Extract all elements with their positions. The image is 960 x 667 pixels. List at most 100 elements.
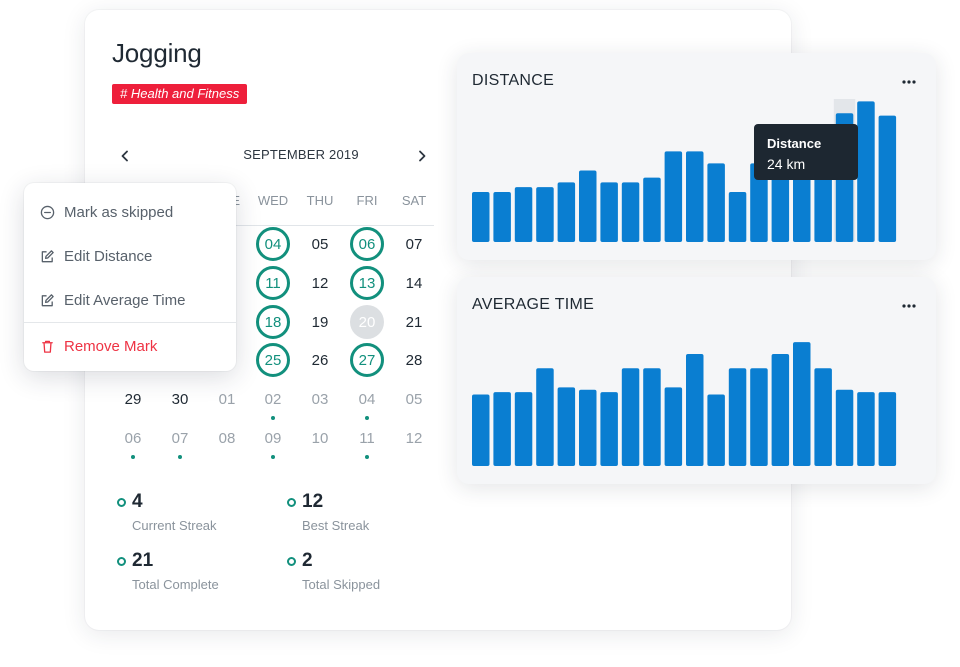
edit-icon bbox=[41, 249, 54, 262]
calendar-day-marker bbox=[271, 416, 275, 420]
calendar-day[interactable]: 26 bbox=[303, 343, 337, 377]
edit-distance-menu-item[interactable]: Edit Distance bbox=[24, 238, 236, 274]
calendar-day[interactable]: 13 bbox=[350, 266, 384, 300]
chart-bar[interactable] bbox=[835, 389, 854, 466]
calendar-day[interactable]: 04 bbox=[350, 382, 384, 416]
calendar-day[interactable]: 06 bbox=[116, 421, 150, 455]
chart-bar[interactable] bbox=[728, 368, 747, 466]
chart-tooltip: Distance 24 km bbox=[754, 124, 858, 180]
minus-circle-icon bbox=[40, 205, 55, 219]
chart-bar[interactable] bbox=[621, 368, 640, 466]
calendar-day[interactable]: 07 bbox=[163, 421, 197, 455]
calendar-day[interactable]: 08 bbox=[210, 421, 244, 455]
chart-bar[interactable] bbox=[621, 182, 640, 242]
chart-bar[interactable] bbox=[750, 368, 768, 466]
calendar-day[interactable]: 27 bbox=[350, 343, 384, 377]
chart-bar[interactable] bbox=[514, 392, 533, 466]
previous-month-button[interactable] bbox=[114, 145, 136, 167]
chart-bar[interactable] bbox=[514, 187, 533, 242]
chart-bar[interactable] bbox=[536, 187, 554, 242]
tooltip-value: 24 km bbox=[767, 156, 806, 172]
chart-bar[interactable] bbox=[814, 368, 832, 466]
weekday-label: SAT bbox=[401, 193, 427, 208]
average-time-chart-card: AVERAGE TIME bbox=[457, 277, 936, 484]
chart-bar[interactable] bbox=[857, 101, 875, 242]
chevron-left-icon bbox=[121, 150, 128, 162]
menu-item-label: Edit Average Time bbox=[64, 291, 186, 309]
ring-icon bbox=[117, 557, 126, 566]
calendar-day[interactable]: 18 bbox=[256, 305, 290, 339]
chart-bar[interactable] bbox=[600, 392, 618, 466]
chart-bar[interactable] bbox=[472, 191, 490, 242]
stat-value: 12 bbox=[302, 491, 324, 512]
calendar-day[interactable]: 12 bbox=[303, 266, 337, 300]
chart-bar[interactable] bbox=[557, 182, 576, 242]
chart-bar[interactable] bbox=[579, 170, 597, 243]
chart-bar[interactable] bbox=[793, 342, 811, 466]
calendar-day[interactable]: 29 bbox=[116, 382, 150, 416]
calendar-day[interactable]: 14 bbox=[397, 266, 431, 300]
calendar-day[interactable]: 21 bbox=[397, 305, 431, 339]
calendar-day[interactable]: 30 bbox=[163, 382, 197, 416]
mark-skipped-menu-item[interactable]: Mark as skipped bbox=[24, 194, 236, 230]
chart-bar[interactable] bbox=[600, 182, 618, 242]
calendar-day-marker bbox=[365, 416, 369, 420]
ring-icon bbox=[287, 498, 296, 507]
menu-divider bbox=[24, 322, 236, 323]
chart-bar[interactable] bbox=[771, 353, 790, 466]
calendar-day[interactable]: 02 bbox=[256, 382, 290, 416]
chart-bar[interactable] bbox=[664, 387, 683, 466]
page-title: Jogging bbox=[112, 38, 202, 68]
chart-bar[interactable] bbox=[536, 368, 554, 466]
edit-average-time-menu-item[interactable]: Edit Average Time bbox=[24, 282, 236, 318]
menu-item-label: Remove Mark bbox=[64, 337, 158, 355]
calendar-day[interactable]: 28 bbox=[397, 343, 431, 377]
calendar-day[interactable]: 11 bbox=[256, 266, 290, 300]
calendar-day[interactable]: 03 bbox=[303, 382, 337, 416]
remove-mark-menu-item[interactable]: Remove Mark bbox=[24, 328, 236, 364]
calendar-day[interactable]: 06 bbox=[350, 227, 384, 261]
stat-value: 21 bbox=[132, 550, 154, 571]
chart-bar[interactable] bbox=[472, 394, 490, 467]
chart-bar[interactable] bbox=[857, 392, 875, 466]
chart-bar[interactable] bbox=[878, 392, 897, 466]
chart-bar[interactable] bbox=[707, 394, 725, 467]
chart-bar[interactable] bbox=[643, 368, 661, 466]
calendar-day-marker bbox=[365, 455, 369, 459]
calendar-day[interactable]: 09 bbox=[256, 421, 290, 455]
calendar-day[interactable]: 05 bbox=[397, 382, 431, 416]
next-month-button[interactable] bbox=[411, 145, 433, 167]
chart-bar[interactable] bbox=[664, 151, 683, 242]
day-context-menu: Mark as skipped Edit Distance Edit Avera… bbox=[24, 183, 236, 371]
chart-bar[interactable] bbox=[878, 115, 897, 242]
distance-chart-card: DISTANCE bbox=[457, 53, 936, 260]
chevron-right-icon bbox=[419, 150, 426, 162]
chart-bar[interactable] bbox=[643, 177, 661, 242]
chart-bar[interactable] bbox=[493, 191, 511, 242]
chart-bar[interactable] bbox=[707, 163, 725, 242]
chart-bar[interactable] bbox=[686, 353, 704, 466]
calendar-day[interactable]: 11 bbox=[350, 421, 384, 455]
menu-item-label: Mark as skipped bbox=[64, 203, 174, 221]
ring-icon bbox=[287, 557, 296, 566]
chart-bar[interactable] bbox=[557, 387, 576, 466]
category-tag[interactable]: # Health and Fitness bbox=[112, 84, 248, 104]
chart-bar[interactable] bbox=[579, 389, 597, 466]
weekday-label: FRI bbox=[356, 193, 378, 208]
calendar-day[interactable]: 05 bbox=[303, 227, 337, 261]
chart-bar[interactable] bbox=[493, 392, 511, 466]
calendar-day-marker bbox=[271, 455, 275, 459]
stat-value: 2 bbox=[302, 550, 313, 571]
calendar-day-marker bbox=[131, 455, 135, 459]
chart-bar[interactable] bbox=[728, 191, 747, 242]
calendar-day[interactable]: 20 bbox=[350, 305, 384, 339]
calendar-day[interactable]: 10 bbox=[303, 421, 337, 455]
ring-icon bbox=[117, 498, 126, 507]
chart-bar[interactable] bbox=[686, 151, 704, 242]
calendar-day[interactable]: 19 bbox=[303, 305, 337, 339]
calendar-day[interactable]: 07 bbox=[397, 227, 431, 261]
calendar-day[interactable]: 12 bbox=[397, 421, 431, 455]
calendar-day[interactable]: 25 bbox=[256, 343, 290, 377]
calendar-day[interactable]: 01 bbox=[210, 382, 244, 416]
calendar-day[interactable]: 04 bbox=[256, 227, 290, 261]
